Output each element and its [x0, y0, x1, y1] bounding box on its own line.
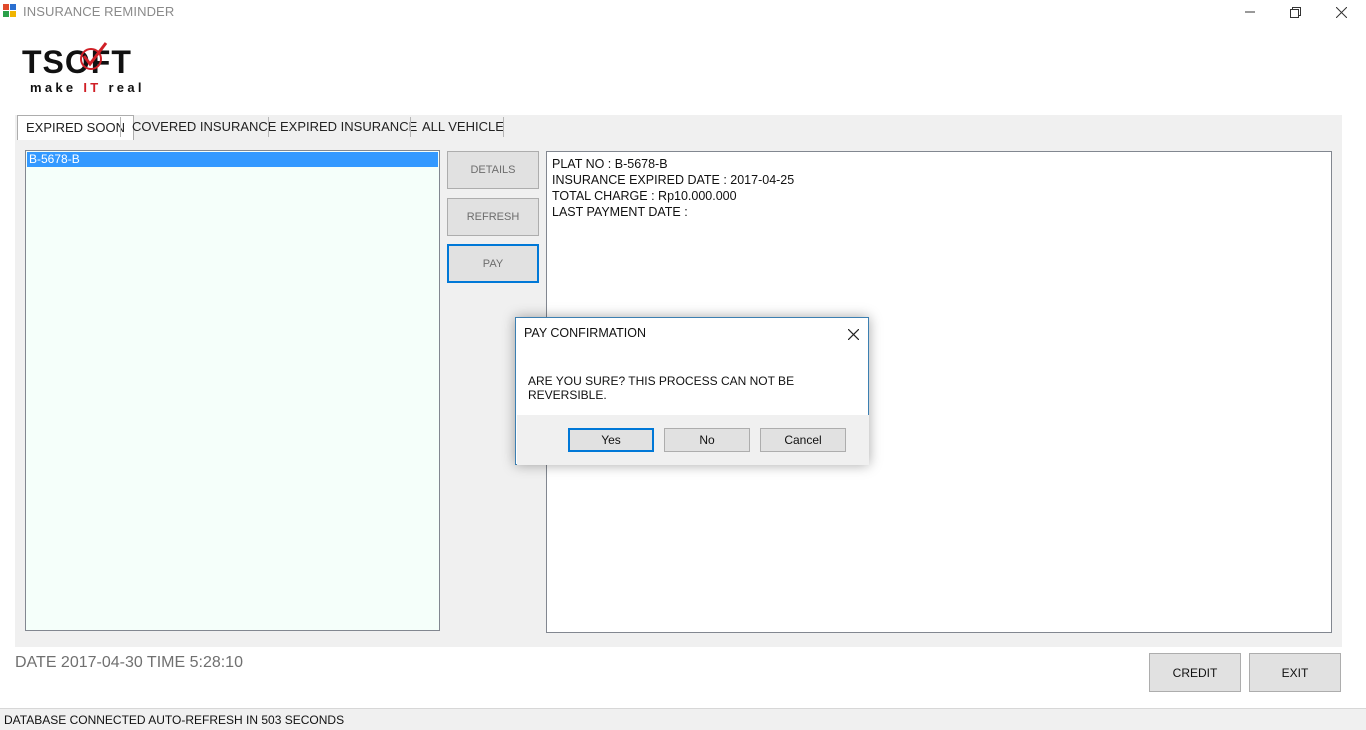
- details-button[interactable]: DETAILS: [447, 151, 539, 189]
- pay-button[interactable]: PAY: [447, 244, 539, 283]
- tab-separator: [120, 117, 121, 137]
- tab-all-vehicle[interactable]: ALL VEHICLE: [414, 115, 512, 139]
- app-icon: [3, 4, 16, 17]
- logo-tag-make: make: [30, 80, 84, 95]
- detail-plat-no: PLAT NO : B-5678-B: [552, 157, 668, 171]
- vehicle-list[interactable]: B-5678-B: [25, 150, 440, 631]
- minimize-icon: [1245, 11, 1255, 13]
- detail-expired-date: INSURANCE EXPIRED DATE : 2017-04-25: [552, 173, 795, 187]
- pay-confirmation-dialog: PAY CONFIRMATION ARE YOU SURE? THIS PROC…: [515, 317, 869, 465]
- dialog-message: ARE YOU SURE? THIS PROCESS CAN NOT BE RE…: [528, 374, 795, 402]
- exit-button[interactable]: EXIT: [1249, 653, 1341, 692]
- restore-icon: [1289, 6, 1301, 18]
- refresh-button[interactable]: REFRESH: [447, 198, 539, 236]
- tab-separator: [268, 117, 269, 137]
- credit-button[interactable]: CREDIT: [1149, 653, 1241, 692]
- restore-button[interactable]: [1272, 0, 1318, 24]
- tab-separator: [410, 117, 411, 137]
- list-item[interactable]: B-5678-B: [27, 152, 438, 167]
- cancel-button[interactable]: Cancel: [760, 428, 846, 452]
- status-text: DATABASE CONNECTED AUTO-REFRESH IN 503 S…: [4, 713, 345, 727]
- logo-check-icon: [80, 42, 108, 70]
- logo-tag-it: IT: [83, 80, 102, 95]
- logo-tagline: make IT real: [30, 80, 145, 95]
- title-bar: INSURANCE REMINDER: [0, 0, 1366, 24]
- close-icon: [1335, 6, 1347, 18]
- no-button[interactable]: No: [664, 428, 750, 452]
- detail-total-charge: TOTAL CHARGE : Rp10.000.000: [552, 189, 737, 203]
- yes-button[interactable]: Yes: [568, 428, 654, 452]
- datetime-label: DATE 2017-04-30 TIME 5:28:10: [15, 654, 243, 671]
- logo-tag-real: real: [101, 80, 145, 95]
- tab-expired-insurance[interactable]: EXPIRED INSURANCE: [272, 115, 425, 139]
- status-bar: DATABASE CONNECTED AUTO-REFRESH IN 503 S…: [0, 708, 1366, 730]
- dialog-close-button[interactable]: [842, 323, 864, 345]
- dialog-title: PAY CONFIRMATION: [524, 326, 646, 340]
- close-button[interactable]: [1318, 0, 1364, 24]
- tab-covered-insurance[interactable]: COVERED INSURANCE: [124, 115, 284, 139]
- tab-separator: [503, 117, 504, 137]
- close-icon: [847, 328, 859, 340]
- tab-expired-soon[interactable]: EXPIRED SOON: [17, 115, 134, 140]
- detail-last-payment: LAST PAYMENT DATE :: [552, 205, 688, 219]
- window-title: INSURANCE REMINDER: [23, 4, 175, 19]
- minimize-button[interactable]: [1227, 0, 1273, 24]
